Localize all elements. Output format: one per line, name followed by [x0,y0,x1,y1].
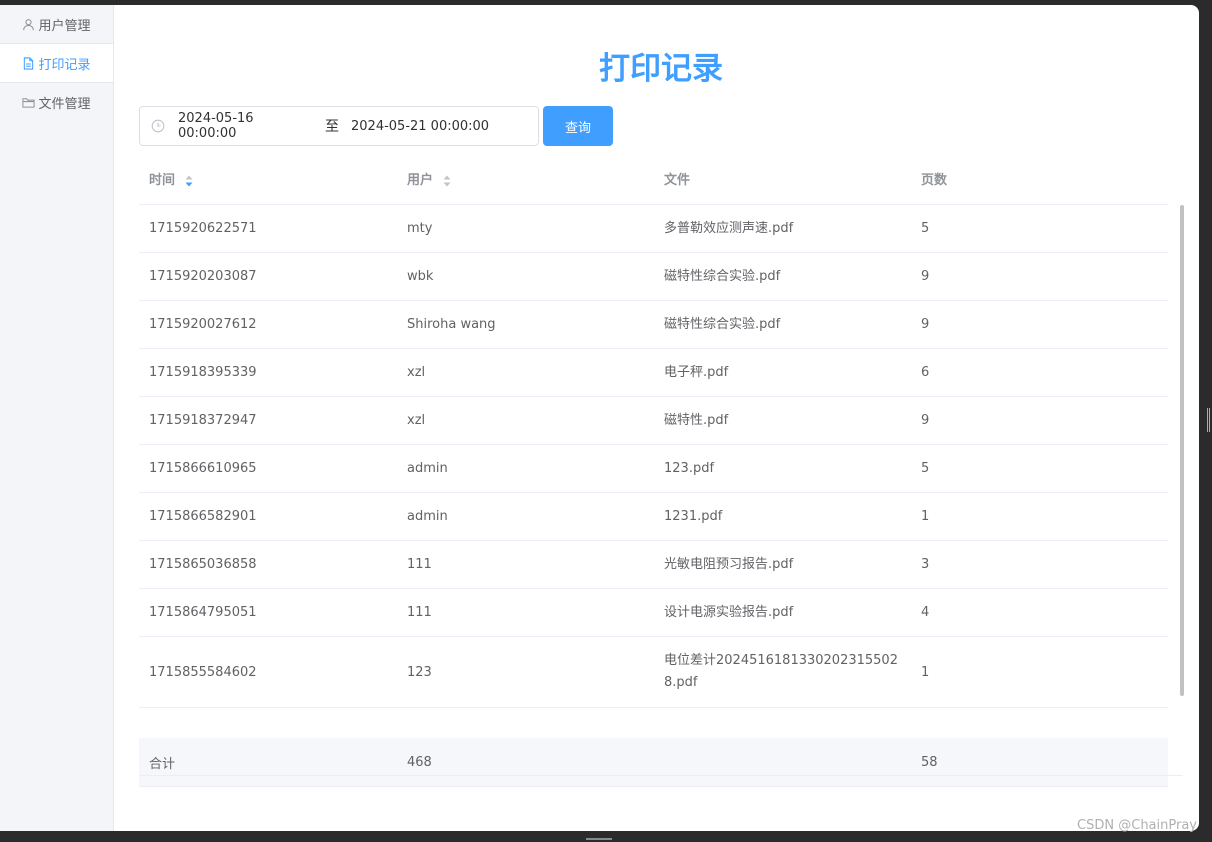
table-row: 1715865036858 111 光敏电阻预习报告.pdf 3 [139,541,1168,589]
sort-icon[interactable] [442,174,452,188]
table-scrollbar[interactable] [1180,205,1184,696]
print-records-table: 时间 用户 文件 页数 1715920622571 mty 多普勒效应测声速.p… [139,153,1168,787]
divider [139,775,1183,776]
date-range-picker[interactable]: 2024-05-16 00:00:00 至 2024-05-21 00:00:0… [139,106,539,146]
table-row: 1715920027612 Shiroha wang 磁特性综合实验.pdf 9 [139,301,1168,349]
table-row: 1715920622571 mty 多普勒效应测声速.pdf 5 [139,205,1168,253]
table-row: 1715864795051 111 设计电源实验报告.pdf 4 [139,589,1168,637]
table-row: 1715920203087 wbk 磁特性综合实验.pdf 9 [139,253,1168,301]
table-row: 1715866610965 admin 123.pdf 5 [139,445,1168,493]
resize-handle[interactable] [1207,408,1210,432]
range-separator: 至 [325,119,339,135]
sidebar-item-file-management[interactable]: 文件管理 [0,83,113,122]
column-header-user[interactable]: 用户 [397,169,654,188]
sidebar: 用户管理 打印记录 文件管理 [0,5,114,831]
table-body: 1715920622571 mty 多普勒效应测声速.pdf 5 1715920… [139,205,1168,724]
table-row: 1715855584602 123 电位差计202451618133020231… [139,637,1168,708]
sidebar-item-label: 文件管理 [38,97,91,112]
column-header-time[interactable]: 时间 [139,169,397,188]
table-row: 1715918372947 xzl 磁特性.pdf 9 [139,397,1168,445]
table-row: 1715918395339 xzl 电子秤.pdf 6 [139,349,1168,397]
page-title: 打印记录 [599,51,723,87]
bottom-drag-handle[interactable] [586,838,612,840]
user-icon [22,18,35,31]
table-summary-row: 合计 468 58 [139,738,1168,787]
table-header: 时间 用户 文件 页数 [139,153,1168,205]
folder-icon [22,96,36,109]
end-date-input[interactable]: 2024-05-21 00:00:00 [351,119,491,134]
app-window: 用户管理 打印记录 文件管理 打印记录 2024-05-16 00:00:00 … [0,5,1199,831]
sort-icon[interactable] [184,174,194,188]
clock-icon [151,119,165,133]
start-date-input[interactable]: 2024-05-16 00:00:00 [178,111,313,141]
column-header-file: 文件 [664,173,691,188]
sidebar-item-user-management[interactable]: 用户管理 [0,5,113,44]
column-header-pages: 页数 [921,173,948,188]
query-button[interactable]: 查询 [543,106,613,146]
watermark: CSDN @ChainPray [1077,818,1197,833]
table-row: 1715866582901 admin 1231.pdf 1 [139,493,1168,541]
sidebar-item-label: 用户管理 [38,18,91,34]
